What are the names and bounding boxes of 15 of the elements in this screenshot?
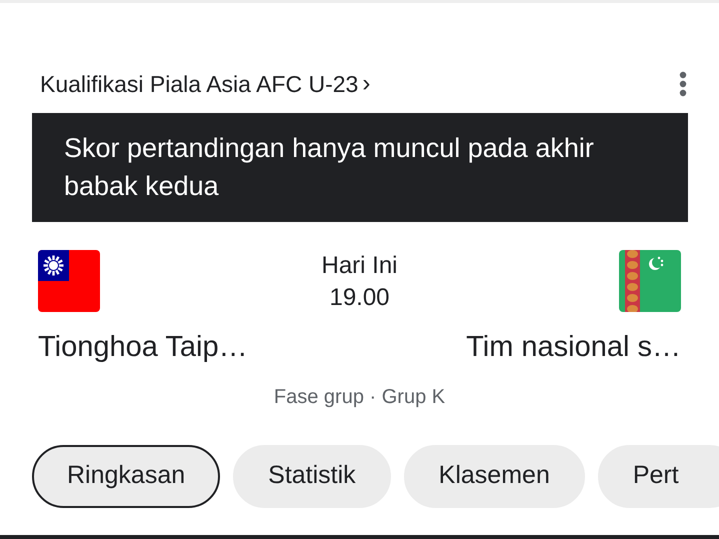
- notice-banner: Skor pertandingan hanya muncul pada akhir babak kedua: [32, 113, 688, 222]
- flag-icon: [38, 250, 100, 312]
- more-options-icon[interactable]: [679, 71, 687, 97]
- tab[interactable]: Pert: [598, 444, 719, 508]
- tab[interactable]: Klasemen: [404, 444, 585, 508]
- flag-icon: [619, 250, 681, 312]
- tab[interactable]: Ringkasan: [32, 444, 220, 508]
- chevron-link[interactable]: ›: [362, 66, 370, 102]
- match-stage: Fase grup · Grup K: [272, 384, 446, 410]
- section-title: Kualifikasi Piala Asia AFC U-23: [40, 70, 358, 99]
- tab[interactable]: Statistik: [233, 444, 391, 508]
- match-time: 19.00: [329, 283, 390, 313]
- team-name[interactable]: Tim nasional s…: [466, 326, 681, 370]
- team-name[interactable]: Tionghoa Taip…: [38, 326, 248, 370]
- match-day: Hari Ini: [321, 250, 398, 282]
